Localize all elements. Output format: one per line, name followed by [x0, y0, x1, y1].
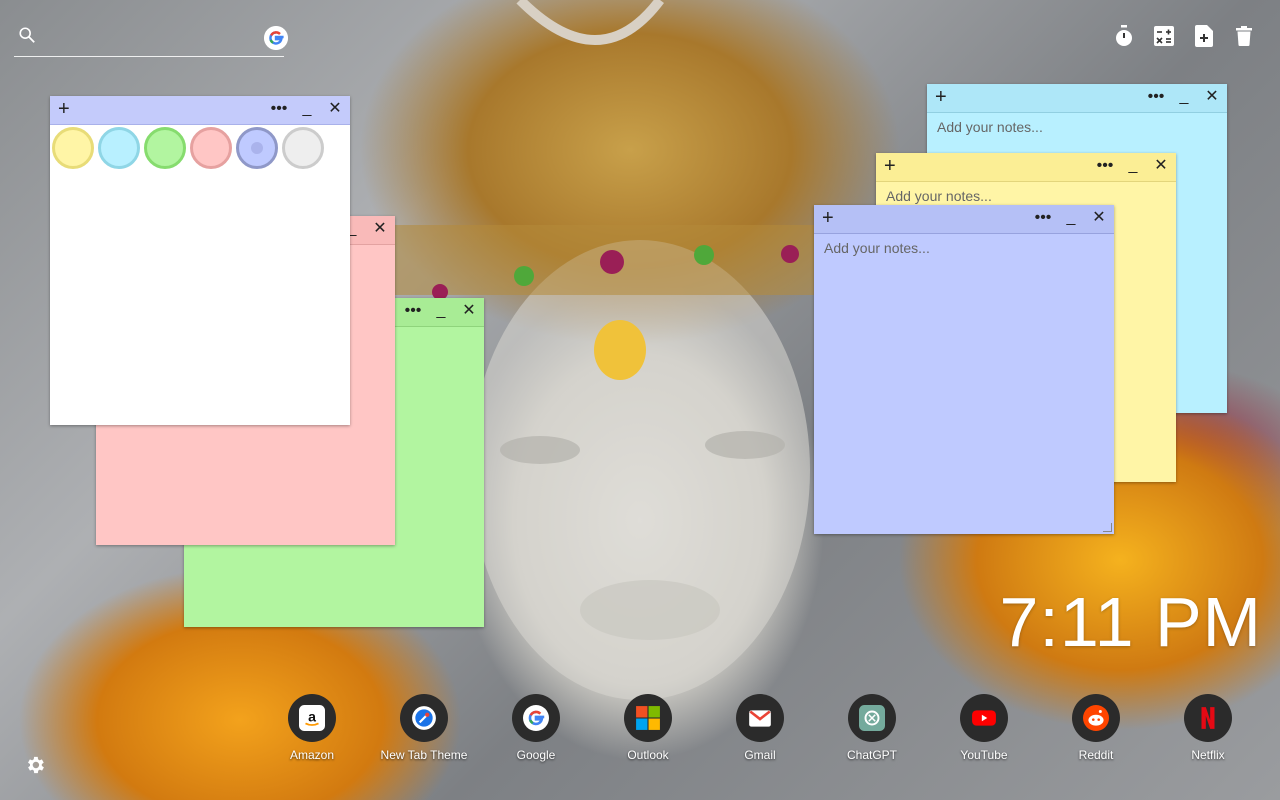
google-icon[interactable]	[512, 694, 560, 742]
note-minimize-button[interactable]: _	[1062, 208, 1080, 228]
gmail-icon[interactable]	[736, 694, 784, 742]
new-note-button[interactable]: +	[58, 98, 70, 120]
note-minimize-button[interactable]: _	[1175, 87, 1193, 107]
timer-icon	[1116, 25, 1132, 46]
shortcut-label: Google	[516, 748, 556, 762]
note-menu-button[interactable]: •••	[1096, 156, 1114, 176]
clock: 7:11 PM	[999, 583, 1262, 661]
shortcut-chatgpt[interactable]: ChatGPT	[816, 694, 928, 762]
new-tab-theme-icon[interactable]	[400, 694, 448, 742]
note-text[interactable]: Add your notes...	[814, 234, 1114, 262]
color-swatch-blue[interactable]	[236, 127, 278, 169]
note-close-button[interactable]: ✕	[1152, 156, 1170, 176]
new-note-button[interactable]: +	[884, 155, 896, 177]
shortcut-label: YouTube	[960, 748, 1008, 762]
add-note-icon	[1195, 25, 1213, 47]
shortcut-label: New Tab Theme	[380, 748, 468, 762]
color-swatch-cyan[interactable]	[98, 127, 140, 169]
color-swatch-green[interactable]	[144, 127, 186, 169]
note-menu-button[interactable]: •••	[404, 301, 422, 321]
shortcut-amazon[interactable]: a Amazon	[256, 694, 368, 762]
timer-button[interactable]	[1114, 24, 1134, 48]
shortcut-label: ChatGPT	[846, 748, 897, 762]
note-minimize-button[interactable]: _	[298, 99, 316, 119]
gear-icon[interactable]	[24, 754, 46, 776]
resize-handle[interactable]	[1103, 523, 1112, 532]
color-swatch-yellow[interactable]	[52, 127, 94, 169]
trash-icon	[1236, 26, 1252, 46]
sticky-note-blue[interactable]: + ••• _ ✕ Add your notes...	[814, 205, 1114, 534]
amazon-icon[interactable]: a	[288, 694, 336, 742]
add-note-button[interactable]	[1194, 24, 1214, 48]
note-header[interactable]: + ••• _ ✕	[814, 205, 1114, 234]
shortcut-dock: a Amazon New Tab Theme Google Outlook Gmail Ch…	[256, 694, 1266, 774]
reddit-icon[interactable]	[1072, 694, 1120, 742]
top-toolbar	[1114, 24, 1254, 48]
shortcut-new-tab-theme[interactable]: New Tab Theme	[368, 694, 480, 762]
search-bar[interactable]	[14, 22, 288, 57]
netflix-icon[interactable]	[1184, 694, 1232, 742]
note-close-button[interactable]: ✕	[460, 301, 478, 321]
shortcut-outlook[interactable]: Outlook	[592, 694, 704, 762]
shortcut-label: Reddit	[1078, 748, 1114, 762]
note-menu-button[interactable]: •••	[1147, 87, 1165, 107]
note-header[interactable]: + ••• _ ✕	[927, 84, 1227, 113]
shortcut-label: Gmail	[744, 748, 776, 762]
color-swatch-pink[interactable]	[190, 127, 232, 169]
color-palette	[50, 125, 350, 171]
note-menu-button[interactable]: •••	[270, 99, 288, 119]
shortcut-label: Outlook	[627, 748, 669, 762]
chatgpt-icon[interactable]	[848, 694, 896, 742]
note-close-button[interactable]: ✕	[1090, 208, 1108, 228]
shortcut-label: Amazon	[289, 748, 335, 762]
new-note-button[interactable]: +	[822, 207, 834, 229]
color-swatch-white[interactable]	[282, 127, 324, 169]
shortcut-reddit[interactable]: Reddit	[1040, 694, 1152, 762]
note-header[interactable]: + ••• _ ✕	[876, 153, 1176, 182]
note-close-button[interactable]: ✕	[326, 99, 344, 119]
new-note-button[interactable]: +	[935, 86, 947, 108]
youtube-icon[interactable]	[960, 694, 1008, 742]
note-header[interactable]: + ••• _ ✕	[50, 96, 350, 125]
search-input[interactable]	[48, 26, 242, 52]
note-text[interactable]: Add your notes...	[927, 113, 1227, 141]
sticky-note-white[interactable]: + ••• _ ✕	[50, 96, 350, 425]
note-menu-button[interactable]: •••	[1034, 208, 1052, 228]
outlook-icon[interactable]	[624, 694, 672, 742]
note-close-button[interactable]: ✕	[371, 219, 389, 239]
note-minimize-button[interactable]: _	[432, 301, 450, 321]
shortcut-label: Netflix	[1191, 748, 1225, 762]
shortcut-netflix[interactable]: Netflix	[1152, 694, 1264, 762]
calculator-icon	[1154, 26, 1174, 46]
shortcut-gmail[interactable]: Gmail	[704, 694, 816, 762]
shortcut-google[interactable]: Google	[480, 694, 592, 762]
svg-text:a: a	[308, 708, 316, 724]
shortcut-youtube[interactable]: YouTube	[928, 694, 1040, 762]
note-minimize-button[interactable]: _	[1124, 156, 1142, 176]
google-icon[interactable]	[264, 26, 288, 50]
delete-button[interactable]	[1234, 24, 1254, 48]
note-close-button[interactable]: ✕	[1203, 87, 1221, 107]
search-icon[interactable]	[18, 26, 36, 44]
calculator-button[interactable]	[1154, 24, 1174, 48]
